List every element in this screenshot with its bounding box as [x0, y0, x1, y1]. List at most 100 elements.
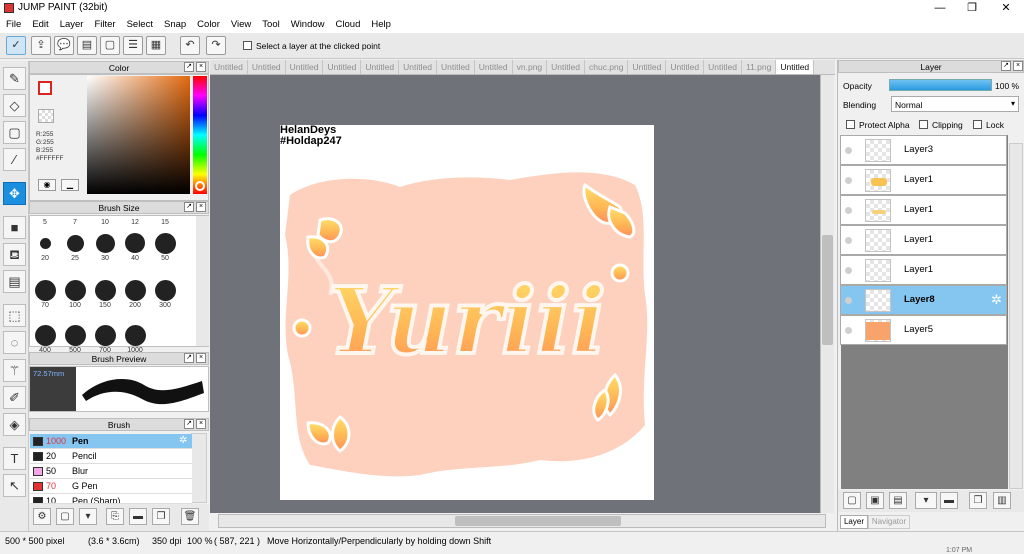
brush-menu-icon[interactable]: ▾ [79, 508, 97, 525]
brush-size-dot[interactable] [34, 324, 56, 346]
gear-icon[interactable]: ✲ [991, 292, 1002, 308]
close-panel-icon[interactable]: × [196, 353, 206, 363]
canvas-vertical-scrollbar[interactable] [820, 75, 834, 513]
layer-row[interactable]: Layer1 [840, 195, 1007, 225]
menu-color[interactable]: Color [191, 17, 225, 30]
brush-size-scrollbar[interactable] [196, 216, 209, 346]
scroll-thumb[interactable] [822, 235, 833, 345]
layer-row[interactable]: Layer1 [840, 165, 1007, 195]
minimize-button[interactable]: — [924, 0, 956, 17]
new-layer-icon[interactable]: ▢ [843, 492, 861, 509]
brush-tool-icon[interactable]: ✎ [3, 67, 26, 90]
document-tab[interactable]: chuc.png [585, 60, 629, 74]
visibility-icon[interactable] [845, 297, 852, 304]
menu-layer[interactable]: Layer [54, 17, 89, 30]
palette-icon[interactable]: ◉ [38, 179, 56, 191]
brush-size-label[interactable]: 15 [152, 219, 178, 226]
clipping-checkbox[interactable] [919, 120, 928, 131]
message-icon[interactable]: ▤ [77, 36, 97, 55]
brush-size-dot[interactable] [39, 237, 51, 249]
menu-help[interactable]: Help [365, 17, 396, 30]
brush-item[interactable]: 50 Blur [30, 464, 192, 479]
move-tool-icon[interactable]: ✥ [3, 182, 26, 205]
document-tab[interactable]: Untitled [547, 60, 585, 74]
document-icon[interactable]: ▢ [100, 36, 120, 55]
close-panel-icon[interactable]: × [196, 62, 206, 72]
brush-size-dot[interactable] [94, 324, 116, 346]
visibility-icon[interactable] [845, 147, 852, 154]
layer-row[interactable]: Layer1 [840, 225, 1007, 255]
document-tab[interactable]: vn.png [513, 60, 548, 74]
visibility-icon[interactable] [845, 207, 852, 214]
gradient-tool-icon[interactable]: ▤ [3, 270, 26, 293]
brush-list-scrollbar[interactable] [191, 433, 207, 503]
visibility-icon[interactable] [845, 267, 852, 274]
visibility-icon[interactable] [845, 327, 852, 334]
brush-size-dot[interactable] [124, 279, 146, 301]
menu-select[interactable]: Select [121, 17, 158, 30]
select-rect-icon[interactable]: ⬚ [3, 304, 26, 327]
gear-icon[interactable]: ✲ [179, 435, 187, 446]
brush-settings-icon[interactable]: ⚙ [33, 508, 51, 525]
close-panel-icon[interactable]: × [196, 202, 206, 212]
document-tab[interactable]: Untitled [437, 60, 475, 74]
comment-icon[interactable]: 💬 [54, 36, 74, 55]
layer-row[interactable]: Layer3 [840, 135, 1007, 165]
brush-folder-icon[interactable]: ▬ [129, 508, 147, 525]
brush-size-dot[interactable] [64, 279, 86, 301]
tab-navigator[interactable]: Navigator [868, 515, 910, 529]
smudge-tool-icon[interactable]: ⁄ [3, 148, 26, 171]
grid-icon[interactable]: ▦ [146, 36, 166, 55]
layer-folder-icon[interactable]: ▬ [940, 492, 958, 509]
menu-file[interactable]: File [0, 17, 26, 30]
brush-size-label[interactable]: 5 [32, 219, 58, 226]
menu-snap[interactable]: Snap [158, 17, 191, 30]
undo-button[interactable]: ↶ [180, 36, 200, 55]
tab-layer[interactable]: Layer [840, 515, 868, 529]
new-layer-1bit-icon[interactable]: ▤ [889, 492, 907, 509]
blending-select[interactable]: Normal ▾ [891, 96, 1019, 112]
layer-menu-icon[interactable]: ▾ [915, 492, 937, 509]
menu-window[interactable]: Window [285, 17, 330, 30]
brush-delete-icon[interactable]: 🗑 [181, 508, 199, 525]
layer-row[interactable]: Layer5 [840, 315, 1007, 345]
menu-view[interactable]: View [225, 17, 256, 30]
undock-icon[interactable]: ↗ [184, 202, 194, 212]
fill-rect-icon[interactable]: ■ [3, 216, 26, 239]
brush-item[interactable]: 70 G Pen [30, 479, 192, 494]
brush-size-dot[interactable] [124, 324, 146, 346]
brush-size-dot[interactable] [125, 233, 145, 253]
new-layer-8bit-icon[interactable]: ▣ [866, 492, 884, 509]
brush-item[interactable]: 1000 Pen ✲ [30, 434, 192, 449]
picker-icon[interactable]: ▁ [61, 179, 79, 191]
document-tab[interactable]: Untitled [286, 60, 324, 74]
document-tab[interactable]: Untitled [704, 60, 742, 74]
undock-icon[interactable]: ↗ [184, 353, 194, 363]
brush-size-dot[interactable] [66, 234, 84, 252]
close-panel-icon[interactable]: × [196, 419, 206, 429]
new-brush-icon[interactable]: ▢ [56, 508, 74, 525]
close-button[interactable]: ✕ [990, 0, 1022, 17]
share-icon[interactable]: ⇪ [31, 36, 51, 55]
document-tab[interactable]: Untitled [399, 60, 437, 74]
undock-icon[interactable]: ↗ [1001, 61, 1011, 71]
menu-tool[interactable]: Tool [256, 17, 284, 30]
brush-size-dot[interactable] [95, 233, 115, 253]
magic-wand-icon[interactable]: ⚚ [3, 359, 26, 382]
close-panel-icon[interactable]: × [1013, 61, 1023, 71]
brush-size-label[interactable]: 12 [122, 219, 148, 226]
select-layer-checkbox[interactable] [243, 41, 252, 52]
document-tab[interactable]: Untitled [628, 60, 667, 74]
canvas-horizontal-scrollbar[interactable] [218, 514, 826, 528]
brush-size-dot[interactable] [64, 324, 86, 346]
undock-icon[interactable]: ↗ [184, 419, 194, 429]
visibility-icon[interactable] [845, 237, 852, 244]
cloud-sync-icon[interactable]: ✓ [6, 36, 26, 55]
bucket-tool-icon[interactable]: ⛾ [3, 243, 26, 266]
brush-size-dot[interactable] [154, 232, 176, 254]
eraser-tool-icon[interactable]: ◇ [3, 94, 26, 117]
brush-size-dot[interactable] [154, 279, 176, 301]
scroll-thumb[interactable] [455, 516, 621, 526]
brush-size-label[interactable]: 10 [92, 219, 118, 226]
saturation-value-field[interactable] [87, 76, 190, 194]
